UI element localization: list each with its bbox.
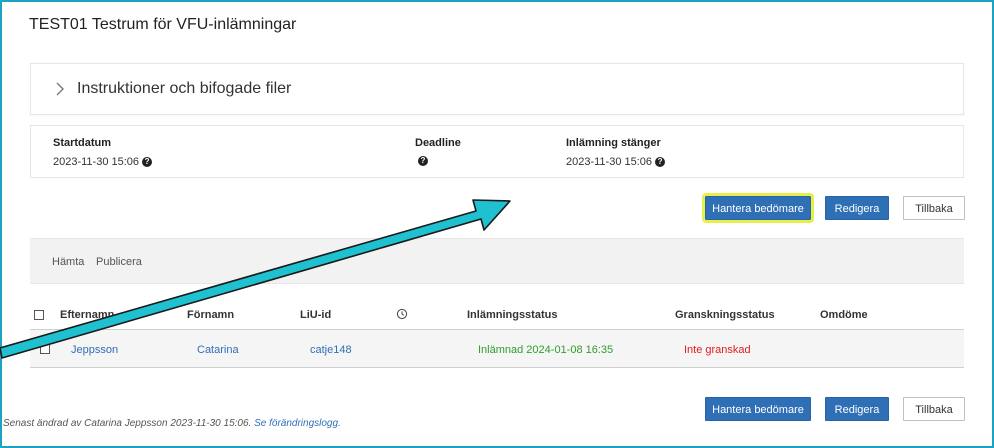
instructions-label: Instruktioner och bifogade filer: [77, 80, 292, 97]
row-submission-status: Inlämnad 2024-01-08 16:35: [478, 344, 614, 356]
edit-button[interactable]: Redigera: [825, 196, 889, 220]
start-date-label: Startdatum: [53, 137, 112, 149]
row-lastname[interactable]: Jeppsson: [71, 344, 118, 356]
col-submission-status[interactable]: Inlämningsstatus: [467, 309, 557, 321]
help-icon[interactable]: ?: [655, 157, 666, 167]
dates-panel: Startdatum 2023-11-30 15:06 ? Deadline ?…: [30, 125, 964, 178]
manage-reviewers-button-bottom[interactable]: Hantera bedömare: [705, 397, 811, 421]
row-checkbox[interactable]: [40, 344, 50, 354]
publish-button[interactable]: Publicera: [96, 256, 142, 268]
instructions-panel[interactable]: Instruktioner och bifogade filer: [30, 63, 964, 115]
col-lastname[interactable]: Efternamn: [60, 309, 114, 321]
col-review-status[interactable]: Granskningsstatus: [675, 309, 775, 321]
closes-date-value: 2023-11-30 15:06: [566, 156, 653, 168]
col-grade[interactable]: Omdöme: [820, 309, 868, 321]
help-icon[interactable]: ?: [142, 157, 153, 167]
fetch-button[interactable]: Hämta: [52, 256, 84, 268]
edit-button-bottom[interactable]: Redigera: [825, 397, 889, 421]
row-firstname[interactable]: Catarina: [197, 344, 239, 356]
col-liu-id[interactable]: LiU-id: [300, 309, 331, 321]
start-date-value: 2023-11-30 15:06: [53, 156, 140, 168]
table-toolbar: Hämta Publicera: [30, 238, 964, 284]
row-review-status: Inte granskad: [684, 344, 751, 356]
chevron-right-icon: [56, 82, 64, 96]
manage-reviewers-button[interactable]: Hantera bedömare: [702, 193, 814, 223]
closes-date-label: Inlämning stänger: [566, 137, 661, 149]
closes-date: Inlämning stänger 2023-11-30 15:06 ?: [566, 137, 666, 168]
back-button[interactable]: Tillbaka: [903, 196, 965, 220]
help-icon[interactable]: ?: [418, 156, 428, 166]
table-header: Efternamn Förnamn LiU-id Inlämningsstatu…: [30, 300, 964, 330]
page-title: TEST01 Testrum för VFU-inlämningar: [29, 16, 297, 33]
deadline: Deadline ?: [415, 137, 461, 166]
last-modified-note: Senast ändrad av Catarina Jeppsson 2023-…: [3, 418, 341, 429]
start-date: Startdatum 2023-11-30 15:06 ?: [53, 137, 153, 168]
select-all-checkbox[interactable]: [34, 310, 44, 320]
deadline-label: Deadline: [415, 137, 461, 149]
back-button-bottom[interactable]: Tillbaka: [903, 397, 965, 421]
clock-icon[interactable]: [396, 308, 408, 320]
change-log-link[interactable]: Se förändringslogg.: [254, 418, 341, 429]
col-firstname[interactable]: Förnamn: [187, 309, 234, 321]
last-modified-text: Senast ändrad av Catarina Jeppsson 2023-…: [3, 418, 252, 429]
table-row: Jeppsson Catarina catje148 Inlämnad 2024…: [30, 330, 964, 368]
row-liu-id[interactable]: catje148: [310, 344, 352, 356]
